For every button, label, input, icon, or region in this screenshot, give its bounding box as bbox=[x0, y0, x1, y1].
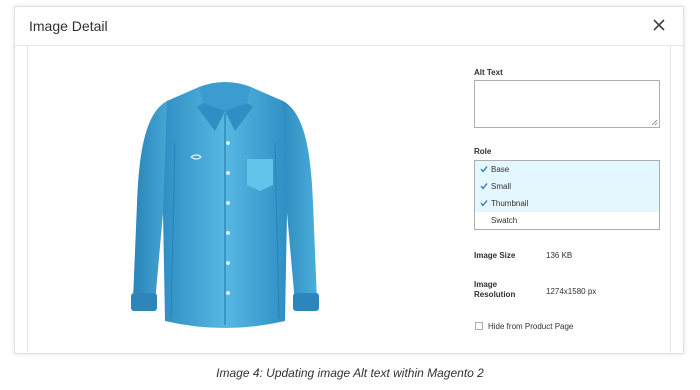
shirt-image bbox=[131, 82, 319, 328]
image-detail-dialog: Image Detail Alt Text Role Base Small Th… bbox=[14, 6, 684, 354]
role-option-label: Thumbnail bbox=[491, 199, 529, 208]
role-option-thumbnail[interactable]: Thumbnail bbox=[475, 195, 659, 212]
close-button[interactable] bbox=[649, 15, 669, 35]
role-option-base[interactable]: Base bbox=[475, 161, 659, 178]
role-option-small[interactable]: Small bbox=[475, 178, 659, 195]
role-label: Role bbox=[474, 147, 492, 156]
image-resolution-value: 1274x1580 px bbox=[546, 287, 597, 296]
image-size-label: Image Size bbox=[474, 251, 516, 260]
close-icon bbox=[653, 19, 665, 31]
resize-grip-icon[interactable] bbox=[651, 119, 658, 126]
image-size-value: 136 KB bbox=[546, 251, 573, 260]
checkmark-icon bbox=[480, 166, 488, 173]
role-option-swatch[interactable]: Swatch bbox=[475, 212, 659, 229]
dialog-title: Image Detail bbox=[29, 18, 108, 34]
checkmark-icon bbox=[480, 183, 488, 190]
role-option-label: Swatch bbox=[491, 216, 518, 225]
hide-from-product-page-checkbox[interactable] bbox=[475, 322, 483, 330]
checkmark-icon bbox=[480, 200, 488, 207]
image-resolution-label: Image Resolution bbox=[474, 280, 516, 299]
role-multiselect[interactable]: Base Small Thumbnail Swatch bbox=[474, 160, 660, 230]
hide-from-product-page-label: Hide from Product Page bbox=[488, 322, 574, 331]
dialog-header: Image Detail bbox=[15, 7, 683, 46]
role-option-label: Base bbox=[491, 165, 510, 174]
alt-text-input[interactable] bbox=[474, 80, 660, 128]
alt-text-label: Alt Text bbox=[474, 68, 503, 77]
role-option-label: Small bbox=[491, 182, 512, 191]
figure-caption: Image 4: Updating image Alt text within … bbox=[216, 366, 484, 380]
